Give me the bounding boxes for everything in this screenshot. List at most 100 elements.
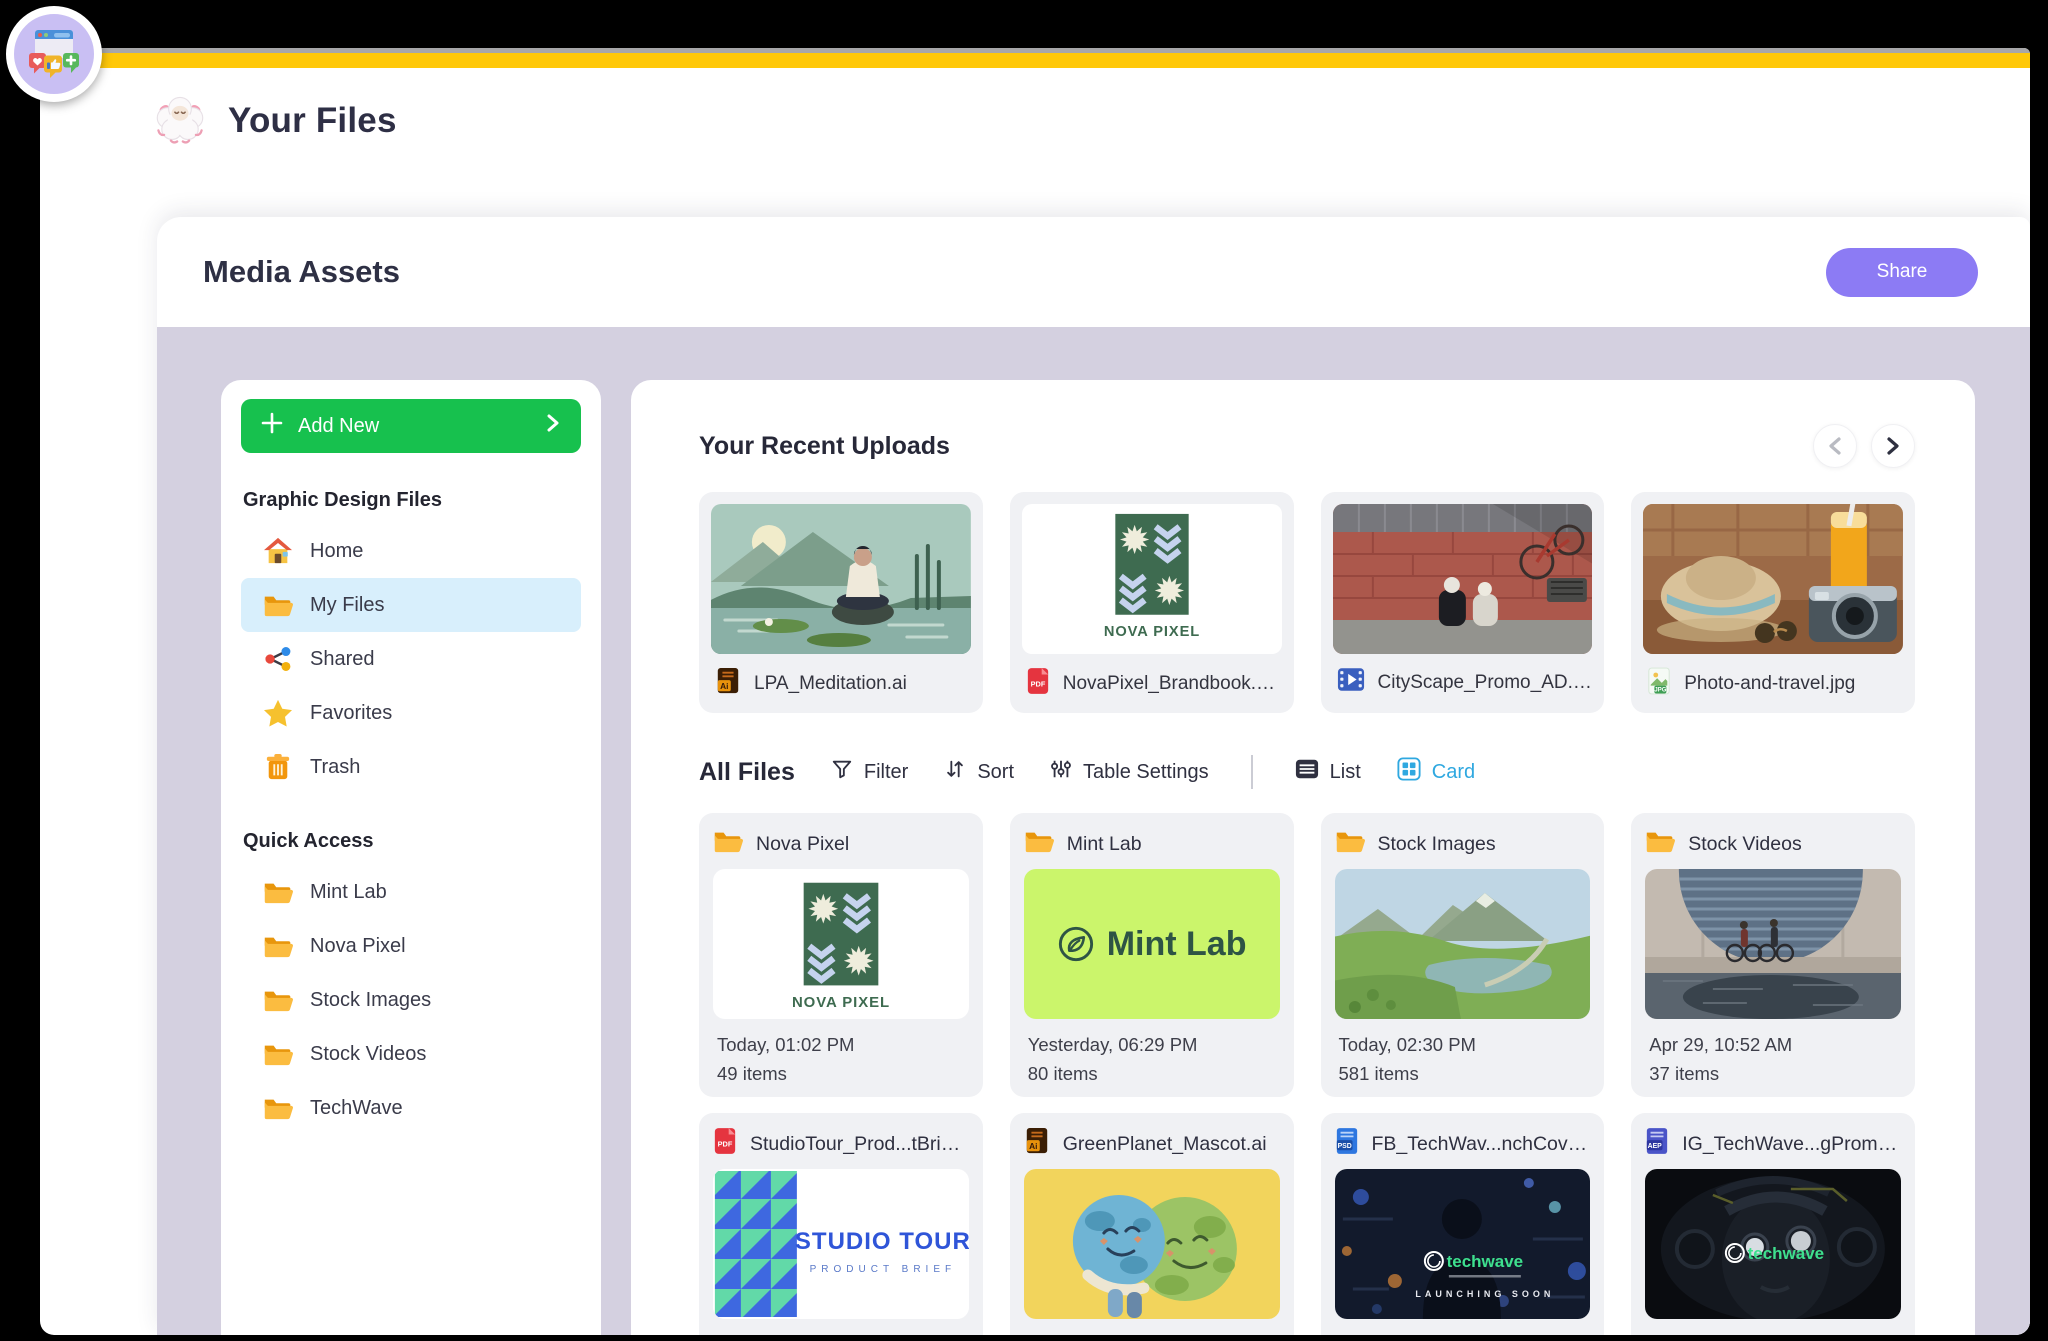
sidebar-item-label: Stock Images bbox=[310, 989, 431, 1012]
recent-file-card[interactable]: CityScape_Promo_AD.mp4 bbox=[1321, 492, 1605, 713]
sidebar-section-heading: Quick Access bbox=[243, 830, 581, 853]
carousel-prev-button[interactable] bbox=[1813, 424, 1857, 468]
sliders-icon bbox=[1050, 758, 1072, 786]
aep-file-icon: AEP bbox=[1645, 1127, 1669, 1161]
cityscape-thumbnail bbox=[1333, 504, 1593, 654]
open-folder-icon bbox=[1024, 829, 1054, 860]
open-folder-icon bbox=[263, 880, 293, 905]
recent-uploads-row: Ai LPA_Meditation.ai ✹ ✹ bbox=[699, 492, 1915, 713]
svg-text:techwave: techwave bbox=[1748, 1244, 1825, 1263]
folder-name: Stock Videos bbox=[1688, 833, 1801, 856]
svg-text:STUDIO TOUR: STUDIO TOUR bbox=[795, 1228, 969, 1255]
file-name: NovaPixel_Brandbook.pdf bbox=[1063, 673, 1282, 695]
sidebar-item-techwave[interactable]: TechWave bbox=[241, 1081, 581, 1135]
svg-text:Ai: Ai bbox=[720, 681, 728, 691]
content-area: Add New Graphic Design Files bbox=[157, 327, 2030, 1335]
svg-text:PRODUCT BRIEF: PRODUCT BRIEF bbox=[810, 1264, 957, 1275]
svg-text:✹: ✹ bbox=[807, 888, 840, 933]
sidebar-item-label: Mint Lab bbox=[310, 881, 387, 904]
file-card-ig-techwave[interactable]: AEP IG_TechWave...gPromo.aep bbox=[1631, 1113, 1915, 1335]
file-card-studiotour[interactable]: PDF StudioTour_Prod...tBrief.pdf STUDIO … bbox=[699, 1113, 983, 1335]
table-settings-button[interactable]: Table Settings bbox=[1050, 758, 1209, 786]
sidebar-item-home[interactable]: Home bbox=[241, 524, 581, 578]
sidebar-item-mint-lab[interactable]: Mint Lab bbox=[241, 865, 581, 919]
chevron-right-icon bbox=[545, 414, 561, 438]
sidebar-item-stock-videos[interactable]: Stock Videos bbox=[241, 1027, 581, 1081]
star-icon bbox=[263, 699, 293, 727]
folder-date: Today, 01:02 PM bbox=[713, 1034, 969, 1056]
sidebar-section-heading: Graphic Design Files bbox=[243, 489, 581, 512]
file-date: Yesterday, 06:29 PM bbox=[1024, 1334, 1280, 1335]
file-card-fb-techwave[interactable]: PSD FB_TechWav...nchCover.psd bbox=[1321, 1113, 1605, 1335]
mint-lab-logo-text: Mint Lab bbox=[1107, 925, 1247, 964]
sidebar-item-my-files[interactable]: My Files bbox=[241, 578, 581, 632]
all-files-toolbar: All Files Filter Sort bbox=[699, 755, 1915, 789]
sidebar: Add New Graphic Design Files bbox=[221, 380, 601, 1335]
video-file-icon bbox=[1337, 667, 1365, 698]
open-folder-icon bbox=[263, 988, 293, 1013]
svg-text:AEP: AEP bbox=[1648, 1143, 1663, 1150]
pdf-file-icon: PDF bbox=[713, 1127, 737, 1161]
plus-icon bbox=[261, 412, 283, 440]
files-panel: Your Recent Uploads bbox=[631, 380, 1975, 1335]
folder-name: Stock Images bbox=[1378, 833, 1496, 856]
file-name: IG_TechWave...gPromo.aep bbox=[1682, 1133, 1901, 1156]
folder-date: Yesterday, 06:29 PM bbox=[1024, 1034, 1280, 1056]
sidebar-item-nova-pixel[interactable]: Nova Pixel bbox=[241, 919, 581, 973]
open-folder-icon bbox=[1645, 829, 1675, 860]
folder-name: Nova Pixel bbox=[756, 833, 849, 856]
social-browser-icon bbox=[27, 24, 81, 85]
meditation-thumbnail bbox=[711, 504, 971, 654]
file-name: Photo-and-travel.jpg bbox=[1684, 673, 1855, 695]
card-view-button[interactable]: Card bbox=[1397, 757, 1475, 787]
filter-button[interactable]: Filter bbox=[831, 758, 908, 786]
mint-lab-thumbnail: Mint Lab bbox=[1024, 869, 1280, 1019]
svg-text:LAUNCHING SOON: LAUNCHING SOON bbox=[1415, 1289, 1554, 1299]
file-card-greenplanet[interactable]: Ai GreenPlanet_Mascot.ai bbox=[1010, 1113, 1294, 1335]
sidebar-item-favorites[interactable]: Favorites bbox=[241, 686, 581, 740]
sidebar-item-shared[interactable]: Shared bbox=[241, 632, 581, 686]
sidebar-item-label: Stock Videos bbox=[310, 1043, 426, 1066]
svg-text:✹: ✹ bbox=[842, 940, 875, 985]
folder-item-count: 581 items bbox=[1335, 1063, 1591, 1085]
folder-name: Mint Lab bbox=[1067, 833, 1142, 856]
file-date: Apr 11, 2025, 06:39 PM bbox=[1335, 1334, 1591, 1335]
open-folder-icon bbox=[263, 1042, 293, 1067]
sort-arrows-icon bbox=[944, 758, 966, 786]
share-button[interactable]: Share bbox=[1826, 248, 1978, 297]
brandbook-thumbnail: ✹ ✹ NOVA PIXEL bbox=[1022, 504, 1282, 654]
sheep-icon bbox=[152, 94, 208, 149]
folder-date: Apr 29, 10:52 AM bbox=[1645, 1034, 1901, 1056]
recent-file-card[interactable]: JPG Photo-and-travel.jpg bbox=[1631, 492, 1915, 713]
svg-text:✹: ✹ bbox=[1118, 518, 1150, 563]
svg-text:JPG: JPG bbox=[1655, 688, 1667, 694]
sidebar-item-label: Trash bbox=[310, 756, 360, 779]
folder-card-nova-pixel[interactable]: Nova Pixel ✹ ✹ bbox=[699, 813, 983, 1097]
svg-text:Ai: Ai bbox=[1029, 1141, 1037, 1151]
home-icon bbox=[263, 537, 293, 565]
stock-videos-thumbnail bbox=[1645, 869, 1901, 1019]
folder-card-mint-lab[interactable]: Mint Lab Mint Lab bbox=[1010, 813, 1294, 1097]
app-logo-badge bbox=[6, 6, 102, 102]
add-new-button[interactable]: Add New bbox=[241, 399, 581, 453]
jpg-file-icon: JPG bbox=[1647, 667, 1671, 701]
funnel-icon bbox=[831, 758, 853, 786]
sidebar-item-stock-images[interactable]: Stock Images bbox=[241, 973, 581, 1027]
folder-card-stock-videos[interactable]: Stock Videos bbox=[1631, 813, 1915, 1097]
svg-text:PSD: PSD bbox=[1337, 1143, 1351, 1150]
recent-file-card[interactable]: ✹ ✹ NOVA PIXEL bbox=[1010, 492, 1294, 713]
sidebar-item-label: Favorites bbox=[310, 702, 392, 725]
recent-file-card[interactable]: Ai LPA_Meditation.ai bbox=[699, 492, 983, 713]
folders-row: Nova Pixel ✹ ✹ bbox=[699, 813, 1915, 1097]
grid-view-icon bbox=[1397, 757, 1421, 787]
file-date: Apr 12, 03:18 PM bbox=[1645, 1334, 1901, 1335]
media-assets-header: Media Assets Share bbox=[157, 217, 2030, 327]
carousel-next-button[interactable] bbox=[1871, 424, 1915, 468]
all-files-title: All Files bbox=[699, 758, 795, 787]
folder-card-stock-images[interactable]: Stock Images bbox=[1321, 813, 1605, 1097]
sidebar-item-label: TechWave bbox=[310, 1097, 403, 1120]
sidebar-item-trash[interactable]: Trash bbox=[241, 740, 581, 794]
list-view-button[interactable]: List bbox=[1295, 757, 1361, 787]
sort-button[interactable]: Sort bbox=[944, 758, 1014, 786]
app-header: Your Files bbox=[40, 68, 2030, 174]
